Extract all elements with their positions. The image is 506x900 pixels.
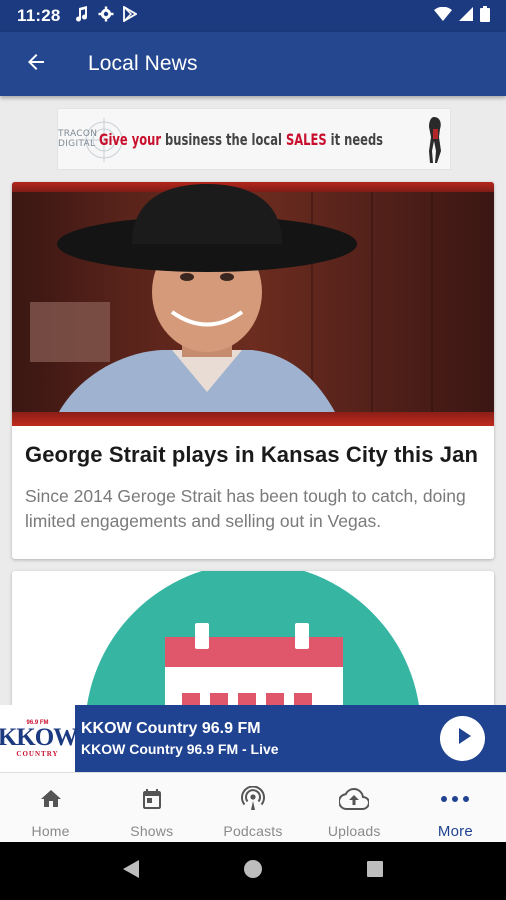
square-recents-icon [366,860,384,883]
back-button[interactable] [8,36,64,92]
station-name: KKOW Country 96.9 FM [81,720,261,737]
ad-text-part4: it needs [326,129,384,149]
nav-label-podcasts: Podcasts [223,823,283,839]
ad-headline: Give your business the local SALES it ne… [99,130,383,149]
ad-banner[interactable]: TRACON DIGITAL Give your business the lo… [57,108,451,170]
home-icon [39,785,63,813]
station-subtitle: KKOW Country 96.9 FM - Live [81,741,279,757]
page-title: Local News [88,52,198,75]
ad-text-part3: SALES [286,129,327,149]
play-button[interactable] [440,716,485,761]
station-logo-subtext: COUNTRY [16,749,59,758]
station-logo-text: KKOW [0,723,78,751]
system-navigation-bar [0,842,506,900]
signal-icon [459,6,473,26]
system-recents-button[interactable] [355,851,395,891]
nav-item-shows[interactable]: Shows [101,773,202,842]
settings-icon [98,6,114,27]
nav-label-shows: Shows [130,823,174,839]
news-card-title: George Strait plays in Kansas City this … [25,442,479,467]
circle-home-icon [243,859,263,884]
nav-label-home: Home [31,823,70,839]
nav-item-more[interactable]: More [405,773,506,842]
podcast-icon [240,785,266,813]
arrow-left-icon [24,50,48,79]
news-card[interactable]: George Strait plays in Kansas City this … [12,182,494,559]
status-bar: 11:28 [0,0,506,32]
ad-text-part1: Give your [99,129,162,149]
now-playing-bar[interactable]: 96.9 FM KKOW COUNTRY KKOW Country 96.9 F… [0,705,506,772]
bottom-navigation: Home Shows Podcasts Uploads More [0,772,506,842]
nav-label-more: More [437,823,473,840]
play-icon [452,725,474,752]
portrait-illustration [30,184,433,426]
station-logo: 96.9 FM KKOW COUNTRY [0,705,78,772]
app-screen: 11:28 Local News TRACON DIGITAL Give you… [0,0,506,900]
app-bar: Local News [0,32,506,96]
nav-item-podcasts[interactable]: Podcasts [202,773,303,842]
system-back-button[interactable] [111,851,151,891]
ad-logo-text: TRACON DIGITAL [58,129,98,149]
nav-item-home[interactable]: Home [0,773,101,842]
system-home-button[interactable] [233,851,273,891]
status-time: 11:28 [17,6,61,25]
ad-logo: TRACON DIGITAL [58,109,126,169]
ad-figure-image [429,117,441,163]
status-notification-icons [75,4,138,27]
battery-icon [480,5,490,27]
ad-text-part2: business the local [161,129,287,149]
wifi-icon [434,6,452,26]
more-horizontal-icon [440,785,470,813]
play-store-icon [122,4,138,27]
news-card-image [12,182,494,426]
nav-label-uploads: Uploads [327,823,381,839]
calendar-icon [140,785,164,813]
status-system-icons [434,5,490,27]
now-playing-info: KKOW Country 96.9 FM KKOW Country 96.9 F… [81,720,279,757]
news-card-description: Since 2014 Geroge Strait has been tough … [25,486,466,531]
triangle-back-icon [121,858,141,885]
music-note-icon [75,5,89,27]
cloud-upload-icon [339,785,370,813]
nav-item-uploads[interactable]: Uploads [304,773,405,842]
